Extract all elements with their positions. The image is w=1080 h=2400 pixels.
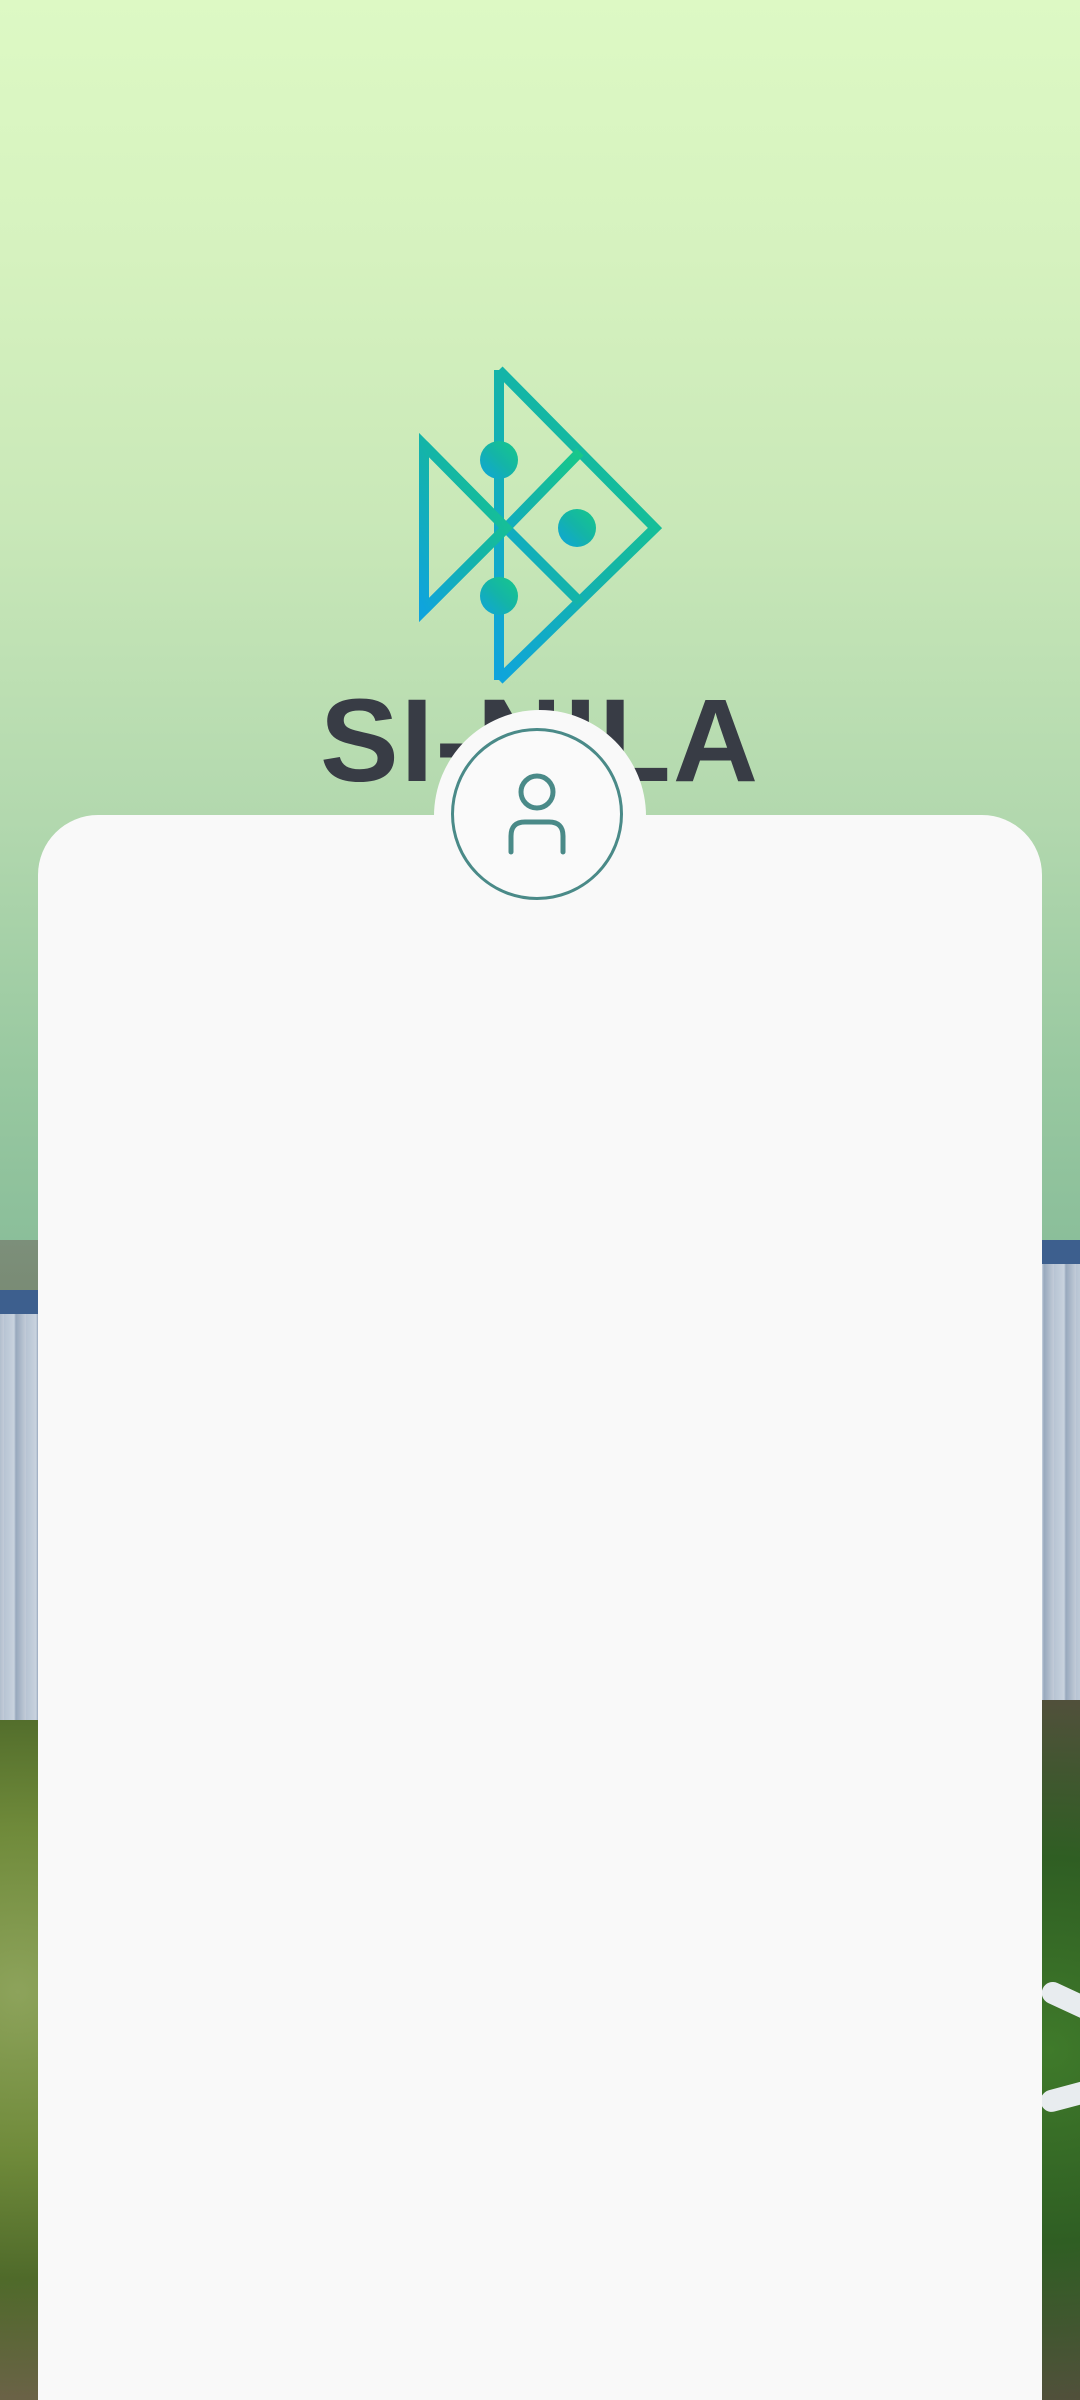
- login-card: [38, 815, 1042, 2400]
- fish-circuit-logo-icon: [419, 366, 663, 684]
- login-screen: SI-NILA: [0, 0, 1080, 2400]
- avatar: [451, 728, 623, 900]
- user-icon: [508, 773, 566, 855]
